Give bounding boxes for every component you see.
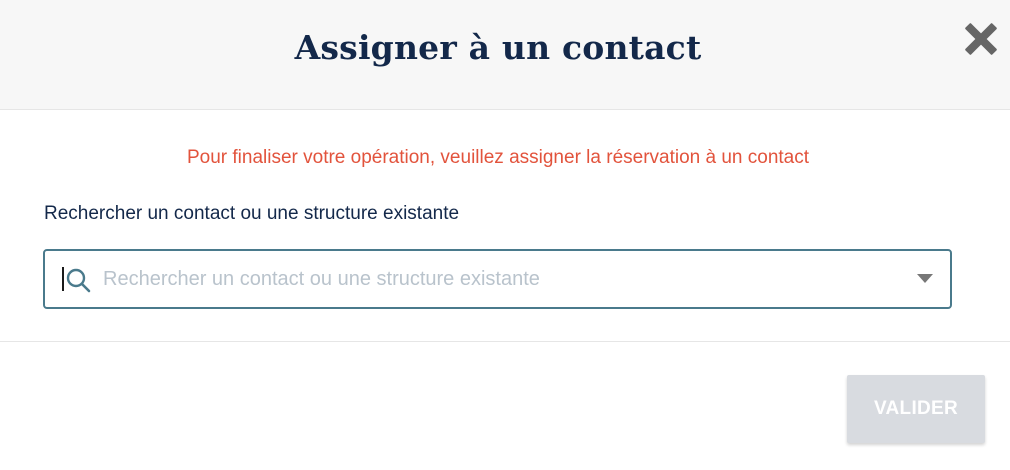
modal-title: Assigner à un contact (294, 28, 702, 67)
modal-header: Assigner à un contact (0, 0, 1010, 110)
chevron-down-icon[interactable] (917, 274, 933, 283)
search-field-label: Rechercher un contact ou une structure e… (44, 203, 460, 224)
text-cursor (62, 267, 64, 291)
footer-divider (0, 341, 1010, 342)
search-icon (66, 268, 91, 293)
close-icon[interactable] (960, 18, 1002, 60)
contact-search-select[interactable] (43, 249, 952, 309)
warning-message: Pour finaliser votre opération, veuillez… (186, 147, 810, 168)
validate-button[interactable]: VALIDER (847, 375, 985, 443)
search-input[interactable] (103, 265, 883, 293)
